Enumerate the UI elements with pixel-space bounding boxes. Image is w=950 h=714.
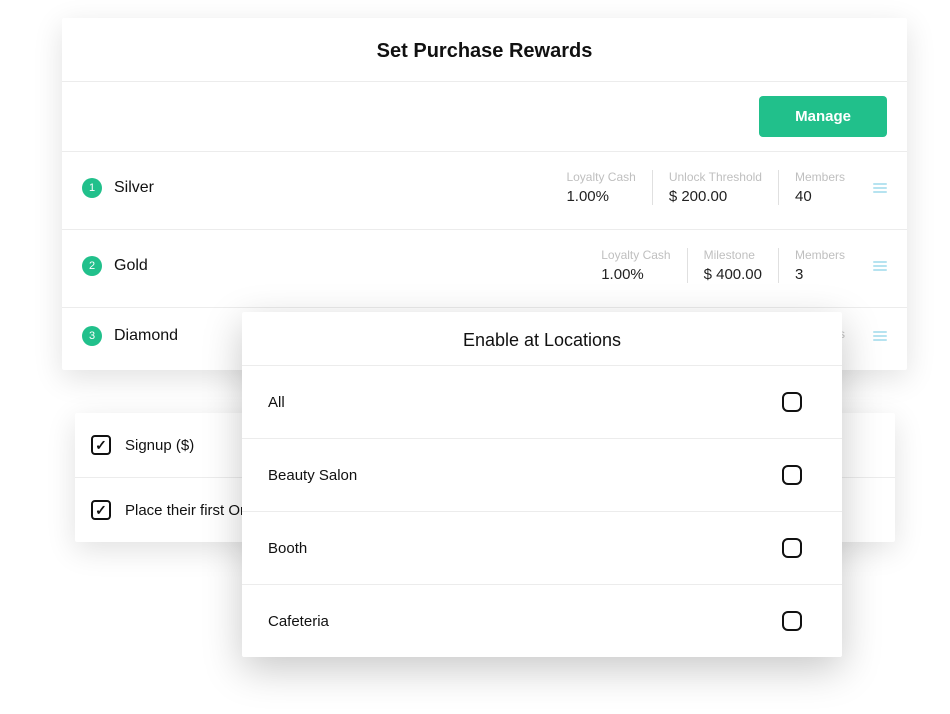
stat-value: 1.00%	[566, 188, 635, 205]
location-name: Booth	[268, 540, 307, 557]
rewards-title: Set Purchase Rewards	[62, 40, 907, 63]
stat-value: 1.00%	[601, 266, 670, 283]
enable-locations-modal: Enable at Locations All Beauty Salon Boo…	[242, 312, 842, 657]
locations-header: Enable at Locations	[242, 312, 842, 366]
location-name: Cafeteria	[268, 613, 329, 630]
tier-row-gold[interactable]: 2 Gold Loyalty Cash 1.00% Milestone $ 40…	[62, 230, 907, 308]
location-name: All	[268, 394, 285, 411]
manage-button[interactable]: Manage	[759, 96, 887, 137]
tier-badge: 3	[82, 326, 102, 346]
tier-row-silver[interactable]: 1 Silver Loyalty Cash 1.00% Unlock Thres…	[62, 152, 907, 230]
rewards-header: Set Purchase Rewards	[62, 18, 907, 82]
stat-label: Loyalty Cash	[566, 170, 635, 184]
stat-value: $ 200.00	[669, 188, 762, 205]
stat-milestone: Milestone $ 400.00	[687, 248, 778, 283]
checkbox-location-all[interactable]	[782, 392, 802, 412]
action-label: Signup ($)	[125, 437, 194, 454]
tier-name: Silver	[114, 179, 550, 197]
location-row-beauty-salon[interactable]: Beauty Salon	[242, 439, 842, 512]
tier-badge: 1	[82, 178, 102, 198]
stat-label: Loyalty Cash	[601, 248, 670, 262]
checkbox-location-cafeteria[interactable]	[782, 611, 802, 631]
tier-stats: Loyalty Cash 1.00% Unlock Threshold $ 20…	[550, 170, 861, 205]
locations-title: Enable at Locations	[242, 330, 842, 351]
checkbox-signup[interactable]	[91, 435, 111, 455]
location-row-booth[interactable]: Booth	[242, 512, 842, 585]
stat-value: 3	[795, 266, 845, 283]
stat-loyalty-cash: Loyalty Cash 1.00%	[585, 248, 686, 283]
checkbox-location-booth[interactable]	[782, 538, 802, 558]
manage-row: Manage	[62, 82, 907, 152]
location-row-all[interactable]: All	[242, 366, 842, 439]
checkbox-location-beauty-salon[interactable]	[782, 465, 802, 485]
tier-badge: 2	[82, 256, 102, 276]
stat-label: Milestone	[704, 248, 762, 262]
stat-value: 40	[795, 188, 845, 205]
stat-unlock-threshold: Unlock Threshold $ 200.00	[652, 170, 778, 205]
stat-value: $ 400.00	[704, 266, 762, 283]
drag-handle-icon[interactable]	[873, 327, 887, 345]
drag-handle-icon[interactable]	[873, 257, 887, 275]
tier-stats: Loyalty Cash 1.00% Milestone $ 400.00 Me…	[585, 248, 861, 283]
stat-label: Members	[795, 170, 845, 184]
stat-loyalty-cash: Loyalty Cash 1.00%	[550, 170, 651, 205]
location-name: Beauty Salon	[268, 467, 357, 484]
drag-handle-icon[interactable]	[873, 179, 887, 197]
stat-label: Members	[795, 248, 845, 262]
stat-members: Members 40	[778, 170, 861, 205]
location-row-cafeteria[interactable]: Cafeteria	[242, 585, 842, 657]
checkbox-first-order[interactable]	[91, 500, 111, 520]
stat-label: Unlock Threshold	[669, 170, 762, 184]
tier-name: Gold	[114, 257, 585, 275]
stat-members: Members 3	[778, 248, 861, 283]
